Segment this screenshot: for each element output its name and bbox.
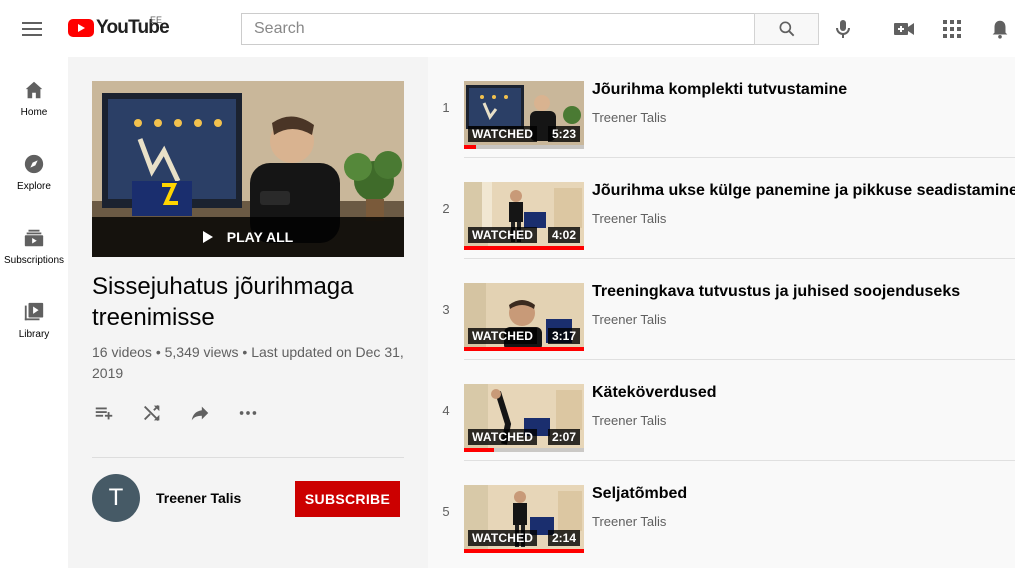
watch-progress-bar (464, 347, 584, 351)
video-title[interactable]: Treeningkava tutvustus ja juhised soojen… (592, 283, 1012, 301)
video-channel[interactable]: Treener Talis (592, 312, 666, 327)
more-icon[interactable] (236, 401, 260, 425)
video-index: 2 (442, 201, 450, 216)
youtube-play-icon (68, 19, 94, 37)
video-title[interactable]: Käteköverdused (592, 384, 1012, 402)
guide-label-home: Home (20, 107, 48, 118)
video-thumbnail[interactable]: WATCHED 3:17 (464, 283, 584, 351)
video-thumbnail[interactable]: WATCHED 2:07 (464, 384, 584, 452)
watched-badge: WATCHED (468, 429, 538, 445)
video-channel[interactable]: Treener Talis (592, 211, 666, 226)
video-index: 4 (442, 403, 450, 418)
playlist-stats: 16 videos • 5,349 views • Last updated o… (92, 344, 404, 381)
video-thumbnail[interactable]: WATCHED 4:02 (464, 182, 584, 250)
notifications-bell-icon[interactable] (988, 17, 1012, 41)
shuffle-icon[interactable] (140, 401, 164, 425)
video-thumbnail[interactable]: WATCHED 5:23 (464, 81, 584, 149)
playlist-thumbnail[interactable]: PLAY ALL (92, 81, 404, 257)
play-icon (202, 231, 213, 243)
duration-badge: 4:02 (547, 227, 580, 243)
guide-label-subscriptions: Subscriptions (3, 255, 65, 266)
playlist-sidebar: PLAY ALL Sissejuhatus jõurihmaga treenim… (68, 57, 428, 568)
share-icon[interactable] (188, 401, 212, 425)
create-video-icon[interactable] (892, 17, 916, 41)
search-box (241, 13, 755, 45)
play-all-label: PLAY ALL (226, 229, 294, 245)
watched-badge: WATCHED (468, 530, 538, 546)
subscriptions-icon (24, 229, 44, 247)
compass-icon (24, 154, 44, 174)
guide-item-home[interactable]: Home (0, 57, 68, 125)
masthead: YouTube EE (0, 0, 1015, 57)
list-item[interactable]: 3 WATCHED 3:17 Treeningkava tutvustus ja… (428, 259, 1015, 360)
apps-grid-icon[interactable] (940, 17, 964, 41)
watch-progress-bar (464, 246, 584, 250)
save-to-queue-icon[interactable] (92, 401, 116, 425)
duration-badge: 2:14 (547, 530, 580, 546)
guide-label-library: Library (18, 329, 50, 340)
microphone-icon[interactable] (831, 17, 855, 41)
video-index: 1 (442, 100, 450, 115)
guide-item-library[interactable]: Library (0, 279, 68, 347)
search-icon (779, 21, 794, 37)
playlist-actions (92, 401, 260, 425)
watched-badge: WATCHED (468, 227, 538, 243)
search-input[interactable] (254, 20, 755, 38)
watch-progress-bar (464, 448, 584, 452)
video-channel[interactable]: Treener Talis (592, 110, 666, 125)
youtube-logo[interactable]: YouTube EE (68, 15, 170, 40)
play-all-button[interactable]: PLAY ALL (92, 217, 404, 257)
library-icon (24, 302, 44, 321)
list-item[interactable]: 5 WATCHED 2:14 Seljatõmbed Treener Talis (428, 461, 1015, 562)
menu-icon[interactable] (16, 16, 48, 42)
search-button[interactable] (754, 13, 819, 45)
video-thumbnail[interactable]: WATCHED 2:14 (464, 485, 584, 553)
watch-progress-bar (464, 145, 584, 149)
video-title[interactable]: Jõurihma komplekti tutvustamine (592, 81, 1012, 99)
country-code: EE (150, 15, 163, 25)
duration-badge: 3:17 (547, 328, 580, 344)
video-title[interactable]: Jõurihma ukse külge panemine ja pikkuse … (592, 182, 1015, 200)
mini-guide: Home Explore Subscriptions Library (0, 57, 68, 568)
list-item[interactable]: 2 WATCHED 4:02 Jõurihma ukse külge panem… (428, 158, 1015, 259)
guide-label-explore: Explore (17, 181, 51, 192)
video-index: 5 (442, 504, 450, 519)
avatar[interactable]: T (92, 474, 140, 522)
playlist-title[interactable]: Sissejuhatus jõurihmaga treenimisse (92, 271, 404, 333)
list-item[interactable]: 4 WATCHED 2:07 Käteköverdused Treener Ta… (428, 360, 1015, 461)
video-index: 3 (442, 302, 450, 317)
list-item[interactable]: 1 WATCHED 5:23 Jõurihma komplekti tutvus… (428, 57, 1015, 158)
subscribe-button[interactable]: SUBSCRIBE (295, 481, 400, 517)
guide-item-subscriptions[interactable]: Subscriptions (0, 205, 68, 273)
playlist-video-list: 1 WATCHED 5:23 Jõurihma komplekti tutvus… (428, 57, 1015, 568)
duration-badge: 5:23 (547, 126, 580, 142)
home-icon (25, 81, 43, 99)
watched-badge: WATCHED (468, 328, 538, 344)
video-channel[interactable]: Treener Talis (592, 413, 666, 428)
duration-badge: 2:07 (547, 429, 580, 445)
video-title[interactable]: Seljatõmbed (592, 485, 1012, 503)
watch-progress-bar (464, 549, 584, 553)
video-channel[interactable]: Treener Talis (592, 514, 666, 529)
guide-item-explore[interactable]: Explore (0, 131, 68, 199)
watched-badge: WATCHED (468, 126, 538, 142)
channel-name[interactable]: Treener Talis (156, 490, 241, 506)
divider (92, 457, 404, 458)
